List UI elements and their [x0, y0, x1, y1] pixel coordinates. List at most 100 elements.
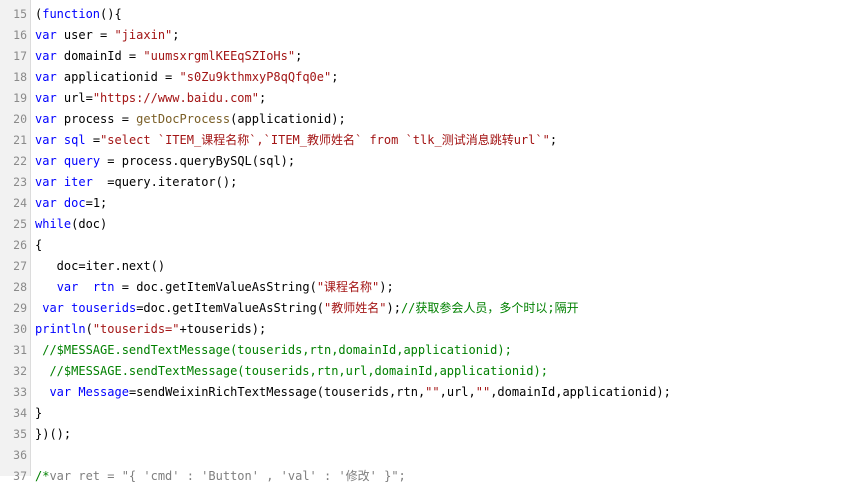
code-line[interactable]: 31 //$MESSAGE.sendTextMessage(touserids,… — [0, 340, 862, 361]
code-token: } — [35, 406, 43, 420]
code-token: ; — [172, 28, 180, 42]
code-token: applicationid = — [56, 70, 180, 84]
code-token: var — [35, 49, 57, 63]
code-line[interactable]: 18 var applicationid = "s0Zu9kthmxyP8qQfq… — [0, 67, 862, 88]
code-token: rtn — [92, 280, 115, 294]
code-token: "touserids=" — [92, 322, 180, 336]
line-number: 25 — [13, 217, 27, 231]
line-number: 21 — [13, 133, 27, 147]
line-code: var iter =query.iterator(); — [35, 172, 237, 193]
code-token: ( — [85, 322, 93, 336]
code-line[interactable]: 28 var rtn = doc.getItemValueAsString("课… — [0, 277, 862, 298]
code-token: var ret = "{ 'cmd' : 'Button' , 'val' : … — [49, 469, 406, 483]
line-code: } — [35, 403, 42, 424]
code-token: ); — [379, 280, 394, 294]
code-line[interactable]: 15 (function(){ — [0, 4, 862, 25]
code-line[interactable]: 33 var Message=sendWeixinRichTextMessage… — [0, 382, 862, 403]
code-token: var — [35, 28, 57, 42]
code-token: doc=iter.next() — [35, 259, 166, 273]
line-number: 24 — [13, 196, 27, 210]
code-token: println — [35, 322, 86, 336]
code-line[interactable]: 26 { — [0, 235, 862, 256]
line-code: var user = "jiaxin"; — [35, 25, 180, 46]
code-token: })(); — [35, 427, 72, 441]
code-token: //获取参会人员，多个时以;隔开 — [400, 301, 579, 315]
code-token: function — [42, 7, 101, 21]
line-number: 20 — [13, 112, 27, 126]
line-code: /*var ret = "{ 'cmd' : 'Button' , 'val' … — [35, 466, 406, 487]
code-token: domainId = — [56, 49, 144, 63]
code-line[interactable]: 32 //$MESSAGE.sendTextMessage(touserids,… — [0, 361, 862, 382]
line-code: var touserids=doc.getItemValueAsString("… — [35, 298, 579, 319]
code-token: /* — [35, 469, 50, 483]
code-token: sql — [63, 133, 86, 147]
code-token: =1; — [85, 196, 108, 210]
code-token: (doc) — [71, 217, 108, 231]
code-token: //$MESSAGE.sendTextMessage(touserids,rtn… — [35, 343, 512, 357]
code-line[interactable]: 36 — [0, 445, 862, 466]
code-line[interactable]: 25 while(doc) — [0, 214, 862, 235]
code-token: { — [35, 238, 43, 252]
line-number: 18 — [13, 70, 27, 84]
code-token: var — [42, 301, 64, 315]
line-number: 30 — [13, 322, 27, 336]
code-line[interactable]: 17 var domainId = "uumsxrgmlKEEqSZIoHs"; — [0, 46, 862, 67]
code-token: ,url, — [439, 385, 476, 399]
line-number: 15 — [13, 7, 27, 21]
code-line[interactable]: 16 var user = "jiaxin"; — [0, 25, 862, 46]
code-token: "uumsxrgmlKEEqSZIoHs" — [143, 49, 296, 63]
code-token: url= — [56, 91, 93, 105]
line-code: var rtn = doc.getItemValueAsString("课程名称… — [35, 277, 394, 298]
code-line[interactable]: 20 var process = getDocProcess(applicatio… — [0, 109, 862, 130]
line-number: 23 — [13, 175, 27, 189]
code-line[interactable]: 27 doc=iter.next() — [0, 256, 862, 277]
line-number: 17 — [13, 49, 27, 63]
line-number: 27 — [13, 259, 27, 273]
code-line[interactable]: 22 var query = process.queryBySQL(sql); — [0, 151, 862, 172]
code-token: ; — [549, 133, 558, 147]
code-token: =doc.getItemValueAsString( — [136, 301, 325, 315]
code-token: doc — [63, 196, 86, 210]
code-token: var — [35, 91, 57, 105]
code-token: while — [35, 217, 72, 231]
code-token: var — [35, 112, 57, 126]
code-token: touserids — [71, 301, 137, 315]
code-token: //$MESSAGE.sendTextMessage(touserids,rtn… — [35, 364, 548, 378]
code-token: process = — [56, 112, 137, 126]
code-line[interactable]: 34} — [0, 403, 862, 424]
line-code: var domainId = "uumsxrgmlKEEqSZIoHs"; — [35, 46, 302, 67]
code-line[interactable]: 29 var touserids=doc.getItemValueAsStrin… — [0, 298, 862, 319]
code-token: =sendWeixinRichTextMessage(touserids,rtn… — [128, 385, 426, 399]
code-editor[interactable]: 15 (function(){16 var user = "jiaxin"; 17 va… — [0, 0, 862, 483]
code-token: "select `ITEM_课程名称`,`ITEM_教师姓名` from `tl… — [100, 133, 550, 147]
code-line[interactable]: 21 var sql ="select `ITEM_课程名称`,`ITEM_教师姓… — [0, 130, 862, 151]
line-number: 37 — [13, 469, 27, 483]
code-line[interactable]: 30 println("touserids="+touserids); — [0, 319, 862, 340]
code-token: ; — [331, 70, 339, 84]
line-code: { — [35, 235, 42, 256]
line-code: })(); — [35, 424, 71, 445]
line-code: var process = getDocProcess(applicationi… — [35, 109, 346, 130]
code-token: Message — [78, 385, 129, 399]
code-token: "" — [475, 385, 491, 399]
code-line[interactable]: 23 var iter =query.iterator(); — [0, 172, 862, 193]
code-token: var — [35, 133, 57, 147]
line-number: 34 — [13, 406, 27, 420]
line-code: var Message=sendWeixinRichTextMessage(to… — [35, 382, 670, 403]
code-token: user = — [56, 28, 115, 42]
code-line[interactable]: 19 var url="https://www.baidu.com"; — [0, 88, 862, 109]
line-number: 28 — [13, 280, 27, 294]
code-line[interactable]: 24 var doc=1; — [0, 193, 862, 214]
code-token: = process.queryBySQL(sql); — [100, 154, 296, 168]
line-code: var doc=1; — [35, 193, 107, 214]
code-line[interactable]: 35})(); — [0, 424, 862, 445]
code-line[interactable]: 37 /*var ret = "{ 'cmd' : 'Button' , 'val… — [0, 466, 862, 487]
line-number: 32 — [13, 364, 27, 378]
code-token: "jiaxin" — [114, 28, 173, 42]
code-token: =query.iterator(); — [92, 175, 238, 189]
code-token: = doc.getItemValueAsString( — [114, 280, 317, 294]
code-token: var — [56, 280, 79, 294]
